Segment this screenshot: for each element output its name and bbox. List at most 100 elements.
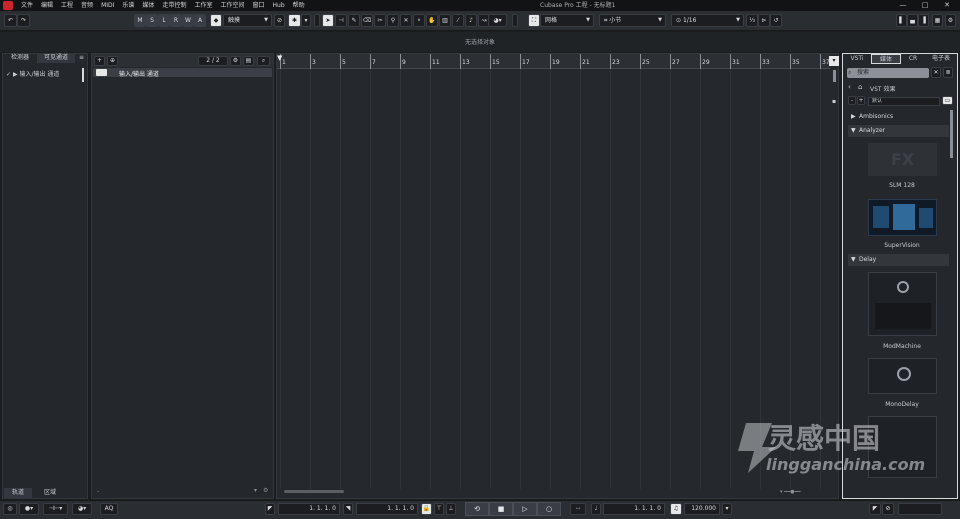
tempo-menu-icon[interactable]: ▾ [722,503,732,515]
audio-output-icon[interactable]: ⊘ [882,503,894,515]
expand-all-icon[interactable]: + [857,96,865,105]
record-mode-icon[interactable]: ●▾ [19,503,39,515]
range-tool-icon[interactable]: ⊣ [335,14,347,27]
menu-item-hub[interactable]: Hub [269,0,289,11]
play-tool-icon[interactable]: ♪ [465,14,477,27]
gear-icon[interactable]: ⚙ [263,487,268,494]
pencil-tool-icon[interactable]: ✎ [348,14,360,27]
tempo-icon[interactable]: ♫ [670,503,682,515]
right-locator-display[interactable]: 1. 1. 1. 0 [356,503,418,515]
record-button[interactable]: ○ [537,502,561,516]
grid-dropdown[interactable]: ⌗ 小节 ▼ [599,14,666,27]
plugin-thumbnail-modmachine[interactable] [868,272,937,336]
punch-icon[interactable]: ⊣⊢▾ [43,503,68,515]
tab-control-room[interactable]: CR [903,54,923,64]
maximize-button[interactable]: □ [914,0,936,11]
punch-in-icon[interactable]: ⊤ [434,503,444,515]
preset-dropdown[interactable]: 默认 [868,97,940,106]
snap-toggle-icon[interactable] [512,14,518,27]
window-layout-icon[interactable]: ▦ [932,14,943,27]
menu-item-score[interactable]: 乐谱 [118,0,138,11]
select-tool-icon[interactable]: ➤ [322,14,334,27]
left-locator-display[interactable]: 1. 1. 1. 0 [278,503,340,515]
zoom-tool-icon[interactable]: ⚬ [413,14,425,27]
scrollbar[interactable] [82,68,84,82]
category-analyzer[interactable]: ▼ Analyzer [848,125,949,137]
line-tool-icon[interactable]: ⁄ [452,14,464,27]
lower-zone-toggle-icon[interactable]: ▄ [907,14,918,27]
color-tool-icon[interactable]: ◕▾ [488,14,507,27]
vertical-zoom-icon[interactable]: ▪ [832,98,836,105]
mute-tool-icon[interactable]: ✕ [400,14,412,27]
track-row[interactable]: 输入/输出 通道 [93,68,272,78]
automation-mode-button[interactable]: A [194,14,206,27]
quantize-reset-icon[interactable]: ↺ [770,14,782,27]
search-icon[interactable]: ⌕ [257,56,270,66]
menu-item-edit[interactable]: 编辑 [37,0,57,11]
tab-tracks[interactable]: 轨道 [4,488,32,498]
mute-mode-button[interactable]: M [134,14,146,27]
add-track-icon[interactable]: + [94,56,105,66]
hand-tool-icon[interactable]: ✋ [426,14,438,27]
tab-inspector[interactable]: 检测器 [4,53,36,63]
cycle-button[interactable]: ⟲ [465,502,489,516]
right-zone-toggle-icon[interactable]: ▐ [918,14,929,27]
close-button[interactable]: ✕ [936,0,958,11]
plugin-thumbnail-slm128[interactable]: FX [868,143,937,176]
stop-button[interactable]: ■ [489,502,513,516]
back-icon[interactable]: ‹ [848,83,851,91]
auto-scroll-icon[interactable]: ✱ [288,14,301,27]
category-ambisonics[interactable]: ▶ Ambisonics [848,111,949,123]
left-locator-icon[interactable]: ◤ [265,503,275,515]
tab-regions[interactable]: 区域 [34,488,66,498]
sync-icon[interactable]: ↔ [570,503,586,515]
tab-media[interactable]: 媒体 [871,54,901,64]
menu-item-audio[interactable]: 音频 [77,0,97,11]
auto-scroll-menu-icon[interactable]: ▾ [301,14,311,27]
eraser-tool-icon[interactable]: ⌫ [361,14,373,27]
quantize-dropdown[interactable]: ⊙ 1/16 ▼ [671,14,744,27]
quantize-apply-icon[interactable]: ⊳ [758,14,770,27]
minimize-button[interactable]: — [892,0,914,11]
undo-button[interactable]: ↶ [4,14,17,27]
iterative-quantize-icon[interactable]: ⅓ [746,14,758,27]
home-icon[interactable]: ⌂ [858,83,862,91]
browser-scrollbar[interactable] [950,110,953,158]
position-display[interactable]: 1. 1. 1. 0 [603,503,665,515]
menu-item-transport[interactable]: 走带控制 [158,0,190,11]
plugin-thumbnail-monodelay[interactable] [868,358,937,394]
close-icon[interactable]: ✕ [931,67,941,78]
left-zone-toggle-icon[interactable]: ▌ [896,14,907,27]
automation-mode-dropdown[interactable]: 触摸 ▼ [223,14,272,27]
track-print-icon[interactable]: ▤ [243,56,254,66]
zoom-slider[interactable] [833,70,836,82]
settings-icon[interactable]: ⚙ [945,14,956,27]
tab-visibility[interactable]: 可见通道 [37,53,75,63]
visibility-tree-item[interactable]: ✓ ▶ 输入/输出 通道 [6,69,84,81]
punch-out-icon[interactable]: ⊥ [446,503,456,515]
monitor-icon[interactable]: ◎ [3,503,17,515]
glue-tool-icon[interactable]: ⚲ [387,14,399,27]
cursor-marker-icon[interactable]: ▼ [277,54,283,62]
play-button[interactable]: ▷ [513,502,537,516]
add-folder-icon[interactable]: ⊕ [107,56,118,66]
tab-vsti[interactable]: VSTi [845,54,869,64]
category-delay[interactable]: ▼ Delay [848,254,949,266]
menu-item-project[interactable]: 工程 [57,0,77,11]
write-mode-button[interactable]: W [182,14,194,27]
chevron-down-icon[interactable]: ▾ [254,487,257,494]
horizontal-scrollbar[interactable] [284,490,344,493]
tempo-display[interactable]: 120.000 [684,503,720,515]
menu-item-workspaces[interactable]: 工作空间 [216,0,248,11]
solo-mode-button[interactable]: S [146,14,158,27]
listen-mode-button[interactable]: L [158,14,170,27]
read-mode-button[interactable]: R [170,14,182,27]
marker-icon[interactable]: ◤ [869,503,881,515]
list-view-icon[interactable]: ≣ [943,67,953,78]
collapse-all-icon[interactable]: - [848,96,856,105]
menu-item-window[interactable]: 窗口 [248,0,268,11]
ruler-menu-icon[interactable]: ▾ [829,56,839,66]
tab-meter[interactable]: 电子表 [925,54,957,64]
track-settings-icon[interactable]: ⚙ [230,56,241,66]
menu-item-midi[interactable]: MIDI [97,0,118,11]
